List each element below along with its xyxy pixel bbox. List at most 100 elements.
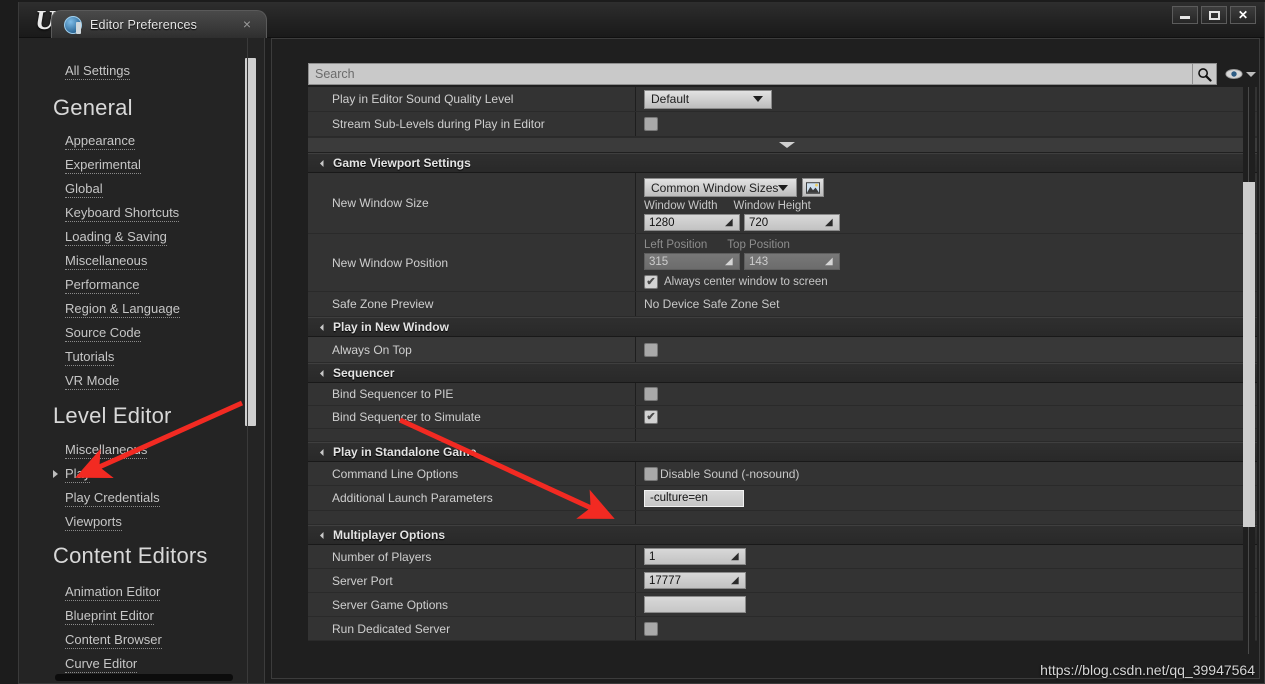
row-divider xyxy=(635,617,636,640)
sidebar-item-vr-mode[interactable]: VR Mode xyxy=(65,373,120,390)
disable-sound-checkbox[interactable] xyxy=(644,466,658,481)
minimize-icon xyxy=(1180,16,1190,19)
row-value: -culture=en xyxy=(644,486,744,510)
row-label: Additional Launch Parameters xyxy=(332,491,493,505)
sidebar-item-play-credentials[interactable]: Play Credentials xyxy=(65,490,160,507)
spinner-icon[interactable]: ◢ xyxy=(731,576,741,586)
sidebar-item-experimental[interactable]: Experimental xyxy=(65,157,141,174)
collapse-arrow-icon[interactable] xyxy=(319,159,328,167)
server-port-input[interactable]: 17777 ◢ xyxy=(644,572,746,589)
sidebar-scroll-content: All Settings General Appearance Experime… xyxy=(19,38,264,683)
row-divider xyxy=(635,337,636,362)
sidebar-item-animation-editor[interactable]: Animation Editor xyxy=(65,584,161,601)
window-content: All Settings General Appearance Experime… xyxy=(19,38,1264,683)
search-icon[interactable] xyxy=(1193,63,1217,85)
left-position-label: Left Position xyxy=(644,239,708,251)
tab-editor-preferences[interactable]: Editor Preferences × xyxy=(51,10,267,38)
stream-sublevels-checkbox[interactable] xyxy=(644,117,658,131)
tab-close-icon[interactable]: × xyxy=(240,16,254,32)
sidebar-item-all-settings[interactable]: All Settings xyxy=(65,63,131,80)
sidebar-item-appearance[interactable]: Appearance xyxy=(65,133,136,150)
sidebar-item-viewports[interactable]: Viewports xyxy=(65,514,122,531)
bind-sequencer-pie-checkbox[interactable] xyxy=(644,387,658,401)
section-title: Game Viewport Settings xyxy=(333,156,471,170)
server-game-options-input[interactable] xyxy=(644,596,746,613)
section-title: Play in Standalone Game xyxy=(333,445,477,459)
details-scrollbar[interactable] xyxy=(1243,87,1255,654)
sidebar-item-global[interactable]: Global xyxy=(65,181,103,198)
sidebar-item-performance[interactable]: Performance xyxy=(65,277,140,294)
preferences-details-panel: Play in Editor Sound Quality Level Defau… xyxy=(271,38,1260,679)
row-label: Bind Sequencer to Simulate xyxy=(332,410,481,424)
sidebar-item-curve-editor[interactable]: Curve Editor xyxy=(65,656,138,673)
sidebar-item-region-language[interactable]: Region & Language xyxy=(65,301,180,318)
maximize-button[interactable] xyxy=(1201,6,1227,24)
viewport-preview-button[interactable] xyxy=(802,178,825,197)
view-options-button[interactable] xyxy=(1223,63,1257,85)
number-of-players-input[interactable]: 1 ◢ xyxy=(644,548,746,565)
table-row: Stream Sub-Levels during Play in Editor xyxy=(308,112,1257,137)
section-header-sequencer[interactable]: Sequencer xyxy=(308,363,1257,383)
table-row: Run Dedicated Server xyxy=(308,617,1257,641)
table-row: Server Port 17777 ◢ xyxy=(308,569,1257,593)
spinner-icon[interactable]: ◢ xyxy=(825,257,835,267)
row-value: Default xyxy=(644,87,772,111)
section-header-play-in-new-window[interactable]: Play in New Window xyxy=(308,317,1257,337)
collapse-arrow-icon[interactable] xyxy=(319,323,328,331)
table-row: Safe Zone Preview No Device Safe Zone Se… xyxy=(308,292,1257,317)
sidebar-item-miscellaneous[interactable]: Miscellaneous xyxy=(65,253,148,270)
collapse-arrow-icon[interactable] xyxy=(319,531,328,539)
expand-more-row[interactable] xyxy=(308,137,1257,153)
row-value: No Device Safe Zone Set xyxy=(644,292,779,316)
sidebar-horizontal-scrollbar[interactable] xyxy=(55,674,233,681)
sidebar-item-play[interactable]: Play xyxy=(65,466,91,483)
top-position-value: 143 xyxy=(749,255,769,268)
close-icon: ✕ xyxy=(1237,8,1249,22)
section-header-game-viewport-settings[interactable]: Game Viewport Settings xyxy=(308,153,1257,173)
section-header-play-in-standalone-game[interactable]: Play in Standalone Game xyxy=(308,442,1257,462)
row-value xyxy=(644,112,658,136)
row-label: Safe Zone Preview xyxy=(332,297,434,311)
sidebar-item-le-miscellaneous[interactable]: Miscellaneous xyxy=(65,442,148,459)
table-row: Always On Top xyxy=(308,337,1257,363)
row-value xyxy=(644,406,658,428)
spinner-icon[interactable]: ◢ xyxy=(731,552,741,562)
safe-zone-value: No Device Safe Zone Set xyxy=(644,297,780,311)
additional-launch-parameters-input[interactable]: -culture=en xyxy=(644,489,744,507)
close-button[interactable]: ✕ xyxy=(1230,6,1256,24)
sound-quality-combo[interactable]: Default xyxy=(644,89,772,109)
settings-sidebar: All Settings General Appearance Experime… xyxy=(19,38,265,683)
collapse-arrow-icon[interactable] xyxy=(319,448,328,456)
spinner-icon[interactable]: ◢ xyxy=(725,218,735,228)
left-position-input[interactable]: 315 ◢ xyxy=(644,253,740,270)
sidebar-item-source-code[interactable]: Source Code xyxy=(65,325,141,342)
collapse-arrow-icon[interactable] xyxy=(319,369,328,377)
sidebar-item-content-browser[interactable]: Content Browser xyxy=(65,632,162,649)
top-position-input[interactable]: 143 ◢ xyxy=(744,253,840,270)
run-dedicated-server-checkbox[interactable] xyxy=(644,621,658,636)
spinner-icon[interactable]: ◢ xyxy=(725,257,735,267)
sidebar-item-keyboard-shortcuts[interactable]: Keyboard Shortcuts xyxy=(65,205,180,222)
window-width-input[interactable]: 1280 ◢ xyxy=(644,214,740,231)
row-value xyxy=(644,383,658,405)
window-height-input[interactable]: 720 ◢ xyxy=(744,214,840,231)
table-row: Additional Launch Parameters -culture=en xyxy=(308,486,1257,511)
sidebar-expander-play[interactable] xyxy=(53,470,58,478)
row-divider xyxy=(635,406,636,428)
details-scrollbar-thumb[interactable] xyxy=(1243,182,1255,527)
section-header-multiplayer-options[interactable]: Multiplayer Options xyxy=(308,525,1257,545)
row-divider xyxy=(635,569,636,592)
sidebar-item-loading-saving[interactable]: Loading & Saving xyxy=(65,229,167,246)
common-window-sizes-combo[interactable]: Common Window Sizes xyxy=(644,178,798,197)
spinner-icon[interactable]: ◢ xyxy=(825,218,835,228)
bind-sequencer-simulate-checkbox[interactable] xyxy=(644,410,658,424)
always-on-top-checkbox[interactable] xyxy=(644,342,658,357)
always-center-window-checkbox[interactable] xyxy=(644,275,658,289)
additional-launch-parameters-value: -culture=en xyxy=(650,492,708,504)
sidebar-item-blueprint-editor[interactable]: Blueprint Editor xyxy=(65,608,154,625)
sidebar-item-tutorials[interactable]: Tutorials xyxy=(65,349,115,366)
search-input[interactable] xyxy=(308,63,1193,85)
table-row: Number of Players 1 ◢ xyxy=(308,545,1257,569)
minimize-button[interactable] xyxy=(1172,6,1198,24)
combo-value: Common Window Sizes xyxy=(651,180,779,195)
